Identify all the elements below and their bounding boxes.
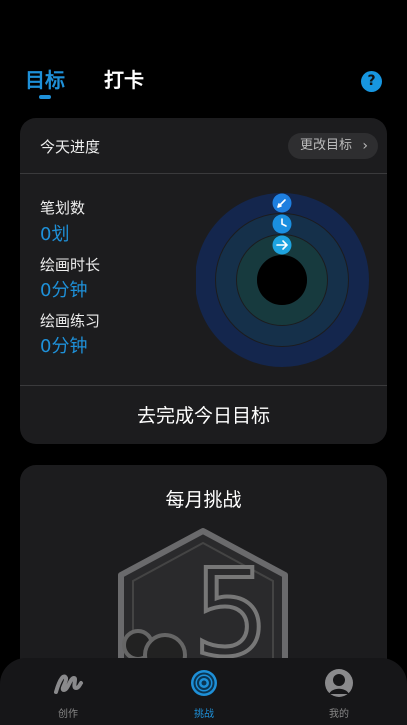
progress-rings	[196, 193, 369, 367]
nav-create[interactable]: 创作	[28, 668, 108, 720]
change-goal-button[interactable]: 更改目标 ›	[287, 133, 378, 159]
clock-icon	[272, 214, 292, 234]
complete-goal-button[interactable]: 去完成今日目标	[20, 388, 387, 444]
nav-challenge[interactable]: 挑战	[164, 668, 244, 720]
stroke-count-value: 0划	[40, 224, 70, 245]
change-goal-label: 更改目标	[299, 138, 352, 153]
drawing-practice-value: 0分钟	[40, 336, 88, 357]
drawing-practice-label: 绘画练习	[40, 312, 101, 330]
stroke-count-label: 笔划数	[40, 199, 86, 217]
drawing-duration-value: 0分钟	[40, 280, 88, 301]
tab-goal[interactable]: 目标	[25, 64, 65, 93]
tab-checkin[interactable]: 打卡	[104, 64, 144, 93]
challenge-badge: 5	[118, 528, 288, 667]
divider	[20, 173, 387, 174]
nav-mine[interactable]: 我的	[299, 668, 379, 720]
bottom-navigation: 创作 挑战 我的	[0, 658, 407, 725]
active-tab-indicator	[39, 95, 51, 99]
help-button[interactable]: ?	[361, 71, 382, 92]
rings-center	[257, 255, 307, 305]
chevron-right-icon: ›	[362, 138, 368, 154]
badge-number: 5	[193, 545, 269, 667]
arrow-right-icon	[272, 235, 292, 255]
divider	[20, 385, 387, 386]
drawing-duration-label: 绘画时长	[40, 256, 101, 274]
progress-card-title: 今天进度	[40, 138, 101, 156]
today-progress-card: 今天进度 更改目标 › 笔划数 0划 绘画时长 0分钟 绘画练习 0分钟 去完成…	[20, 118, 387, 444]
challenge-title: 每月挑战	[165, 489, 242, 511]
pen-icon	[272, 193, 292, 213]
nav-mine-label: 我的	[329, 709, 349, 720]
question-circle-icon: ?	[367, 73, 376, 89]
challenge-icon	[191, 670, 217, 696]
nav-challenge-label: 挑战	[194, 709, 214, 720]
nav-create-label: 创作	[58, 709, 78, 720]
header: 目标 打卡 ?	[0, 0, 407, 110]
create-icon	[54, 674, 83, 694]
profile-icon	[325, 669, 353, 697]
